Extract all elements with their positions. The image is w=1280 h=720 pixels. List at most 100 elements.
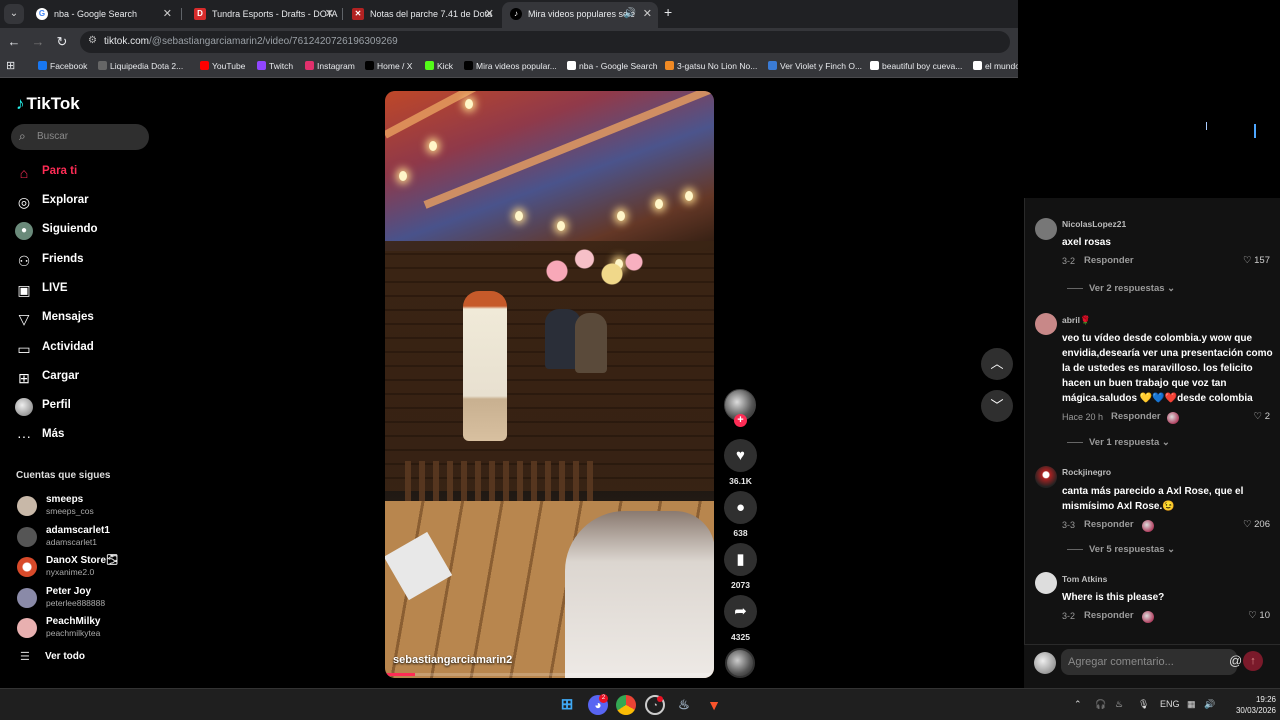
url-bar[interactable]: ⚙ tiktok.com/@sebastiangarciamarin2/vide… xyxy=(80,31,1010,53)
reply-button[interactable]: Responder xyxy=(1111,411,1161,422)
site-info-icon[interactable]: ⚙ xyxy=(88,35,97,46)
forward-icon[interactable]: → xyxy=(30,34,46,49)
nav-mas[interactable]: ··· Más xyxy=(15,425,165,447)
bookmark-item[interactable]: el mundo xyxy=(973,61,1020,71)
comment-like[interactable]: ♡ 206 xyxy=(1243,519,1270,530)
brave-icon[interactable]: ▼ xyxy=(704,695,724,715)
close-icon[interactable]: ✕ xyxy=(485,2,494,26)
tab-search-button[interactable]: ⌄ xyxy=(4,4,24,24)
tab-dota-patch[interactable]: ✕ Notas del parche 7.41 de Dota ✕ xyxy=(344,2,500,28)
nav-friends[interactable]: ⚇ Friends xyxy=(15,250,165,272)
tab-nba-google[interactable]: G nba - Google Search ✕ xyxy=(28,2,178,28)
tab-tundra-drafts[interactable]: D Tundra Esports - Drafts - DOTA ✕ xyxy=(186,2,340,28)
chrome-icon[interactable] xyxy=(616,695,636,715)
close-icon[interactable]: ✕ xyxy=(643,2,652,26)
steam-tray-icon[interactable]: ♨ xyxy=(1115,699,1123,710)
nav-mensajes[interactable]: ▽ Mensajes xyxy=(15,308,165,330)
bookmark-item[interactable]: Home / X xyxy=(365,61,412,71)
video-author[interactable]: sebastiangarciamarin2 xyxy=(393,654,512,666)
headphones-icon[interactable]: 🎧 xyxy=(1095,699,1106,710)
see-all-button[interactable]: ☰ Ver todo xyxy=(20,650,140,666)
bookmark-item[interactable]: Instagram xyxy=(305,61,355,71)
nav-live[interactable]: ▣ LIVE xyxy=(15,279,165,301)
search-input[interactable]: ⌕ Buscar xyxy=(11,124,149,150)
apps-grid-icon[interactable]: ⊞ xyxy=(6,59,15,72)
bookmark-item[interactable]: Mira videos popular... xyxy=(464,61,557,71)
post-comment-button[interactable]: ↑ xyxy=(1243,651,1263,671)
x-icon xyxy=(365,61,374,70)
comment-username[interactable]: Tom Atkins xyxy=(1062,574,1107,584)
chevron-up-icon[interactable]: ⌃ xyxy=(1074,699,1082,710)
nav-siguiendo[interactable]: ● Siguiendo xyxy=(15,220,165,242)
save-button[interactable]: ▮ xyxy=(724,543,757,576)
following-account[interactable]: adamscarlet1 adamscarlet1 xyxy=(17,525,167,553)
reply-button[interactable]: Responder xyxy=(1084,519,1134,530)
nav-label: Más xyxy=(42,428,65,440)
video-progress-bar[interactable] xyxy=(385,673,714,676)
commenter-avatar[interactable] xyxy=(1035,313,1057,335)
nav-perfil[interactable]: Perfil xyxy=(15,396,165,418)
music-disc-avatar[interactable] xyxy=(725,648,755,678)
comment-like[interactable]: ♡ 10 xyxy=(1248,610,1270,621)
comment-username[interactable]: NicolasLopez21 xyxy=(1062,219,1126,229)
bookmark-item[interactable]: nba - Google Search xyxy=(567,61,657,71)
chevron-down-icon: ⌄ xyxy=(1161,437,1170,448)
windows-start-icon[interactable]: ⊞ xyxy=(557,695,577,715)
microphone-icon[interactable]: 🎙 xyxy=(1138,699,1149,710)
comment-like[interactable]: ♡ 157 xyxy=(1243,255,1270,266)
comment-username[interactable]: abril🌹 xyxy=(1062,315,1091,326)
bookmark-item[interactable]: beautiful boy cueva... xyxy=(870,61,962,71)
back-icon[interactable]: ← xyxy=(6,34,22,49)
bookmark-item[interactable]: Twitch xyxy=(257,61,293,71)
bookmark-item[interactable]: Facebook xyxy=(38,61,87,71)
view-replies-button[interactable]: Ver 2 respuestas ⌄ xyxy=(1067,283,1175,294)
new-tab-button[interactable]: + xyxy=(664,4,672,20)
close-icon[interactable]: ✕ xyxy=(325,2,334,26)
following-account[interactable]: PeachMilky peachmilkytea xyxy=(17,616,167,644)
network-icon[interactable]: ▦ xyxy=(1187,699,1196,710)
comment-button[interactable]: ● xyxy=(724,491,757,524)
nav-label: Siguiendo xyxy=(42,223,98,235)
comment-username[interactable]: Rockjinegro xyxy=(1062,467,1111,477)
mention-icon[interactable]: @ xyxy=(1229,653,1242,668)
close-icon[interactable]: ✕ xyxy=(163,2,172,26)
next-video-button[interactable]: ﹀ xyxy=(981,390,1013,422)
language-indicator[interactable]: ENG xyxy=(1160,699,1180,709)
following-account[interactable]: Peter Joy peterlee888888 xyxy=(17,586,167,614)
site-icon xyxy=(768,61,777,70)
nav-para-ti[interactable]: ⌂ Para ti xyxy=(15,162,165,184)
nav-actividad[interactable]: ▭ Actividad xyxy=(15,338,165,360)
speaker-icon[interactable]: 🔊 xyxy=(624,2,636,26)
nav-cargar[interactable]: ⊞ Cargar xyxy=(15,367,165,389)
reload-icon[interactable]: ↻ xyxy=(54,34,70,50)
steam-icon[interactable]: ♨ xyxy=(674,695,694,715)
bookmark-item[interactable]: Kick xyxy=(425,61,453,71)
view-replies-button[interactable]: Ver 5 respuestas ⌄ xyxy=(1067,544,1175,555)
system-clock[interactable]: 19:26 30/03/2026 xyxy=(1232,694,1276,716)
nav-explorar[interactable]: ◎ Explorar xyxy=(15,191,165,213)
reply-button[interactable]: Responder xyxy=(1084,610,1134,621)
bookmark-item[interactable]: YouTube xyxy=(200,61,245,71)
bookmark-item[interactable]: 3-gatsu No Lion No... xyxy=(665,61,757,71)
follow-plus-icon[interactable]: + xyxy=(734,414,747,427)
previous-video-button[interactable]: ︿ xyxy=(981,348,1013,380)
reply-button[interactable]: Responder xyxy=(1084,255,1134,266)
commenter-avatar[interactable] xyxy=(1035,466,1057,488)
comment-input[interactable]: Agregar comentario... @ ☺ xyxy=(1061,649,1263,675)
following-account[interactable]: DanoX Store🌫 nyxanime2.0 xyxy=(17,555,167,583)
bookmark-item[interactable]: Ver Violet y Finch O... xyxy=(768,61,862,71)
volume-icon[interactable]: 🔊 xyxy=(1204,699,1215,710)
view-replies-button[interactable]: Ver 1 respuesta ⌄ xyxy=(1067,437,1170,448)
bookmark-item[interactable]: Liquipedia Dota 2... xyxy=(98,61,183,71)
commenter-avatar[interactable] xyxy=(1035,572,1057,594)
following-account[interactable]: smeeps smeeps_cos xyxy=(17,494,167,522)
bookmark-label: Home / X xyxy=(377,61,413,71)
comment-like[interactable]: ♡ 2 xyxy=(1254,411,1270,422)
like-button[interactable]: ♥ xyxy=(724,439,757,472)
tab-tiktok[interactable]: ♪ Mira videos populares sele 🔊 ✕ xyxy=(502,2,658,28)
video-player[interactable]: sebastiangarciamarin2 xyxy=(385,91,714,678)
share-button[interactable]: ➦ xyxy=(724,595,757,628)
tiktok-logo[interactable]: ♪ TikTok xyxy=(16,94,80,114)
commenter-avatar[interactable] xyxy=(1035,218,1057,240)
comment-text: canta más parecido a Axl Rose, que el mi… xyxy=(1062,486,1244,512)
